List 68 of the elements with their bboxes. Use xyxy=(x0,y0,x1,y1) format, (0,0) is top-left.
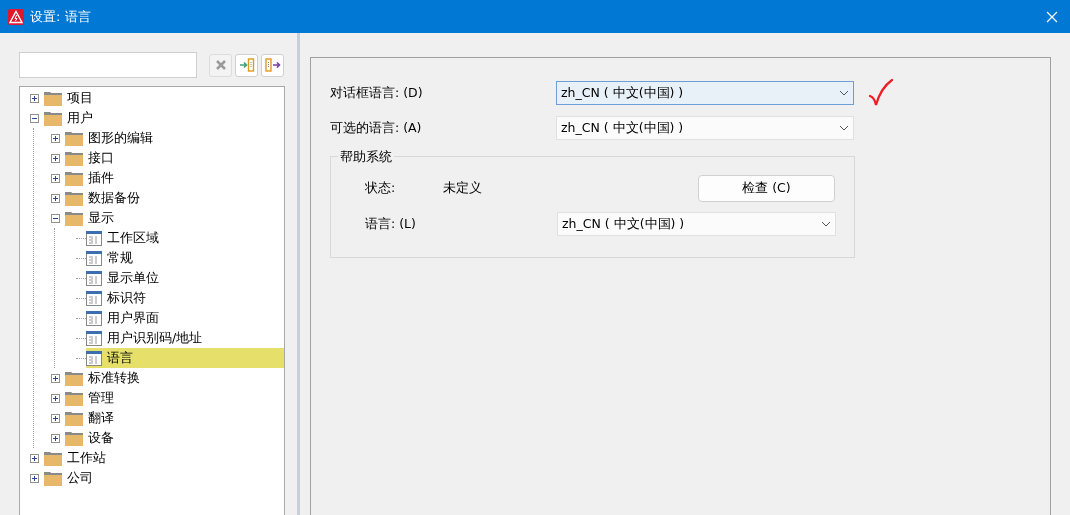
arrow-into-panel-icon xyxy=(238,58,255,72)
expand-toggle[interactable] xyxy=(50,373,60,383)
tree-item[interactable]: 图形的编辑 xyxy=(65,128,161,148)
expand-toggle[interactable] xyxy=(29,93,39,103)
check-icon xyxy=(868,79,894,107)
tree-item[interactable]: 接口 xyxy=(65,148,122,168)
collapse-toggle[interactable] xyxy=(29,113,39,123)
tree-item[interactable]: 语言 xyxy=(86,348,284,368)
tree-item[interactable]: 公司 xyxy=(44,468,101,488)
folder-icon xyxy=(65,130,83,146)
expand-toggle[interactable] xyxy=(50,393,60,403)
language-dropdown[interactable]: zh_CN ( 中文(中国) ) xyxy=(556,116,854,140)
language-label: 语言: (L) xyxy=(365,214,417,233)
setting-label: 对话框语言: (D) xyxy=(330,83,424,102)
tree-item[interactable]: 标准转换 xyxy=(65,368,148,388)
tree-item[interactable]: 标识符 xyxy=(86,288,154,308)
tree-item[interactable]: 用户界面 xyxy=(86,308,167,328)
folder-icon xyxy=(65,190,83,206)
folder-icon xyxy=(44,110,62,126)
expand-toggle[interactable] xyxy=(50,433,60,443)
chevron-down-icon xyxy=(839,125,849,131)
search-field[interactable] xyxy=(19,52,197,78)
tree-item[interactable]: 翻译 xyxy=(65,408,122,428)
folder-icon xyxy=(65,430,83,446)
check-button[interactable]: 检查 (C) xyxy=(698,174,835,202)
window-title: 设置: 语言 xyxy=(30,7,91,26)
folder-icon xyxy=(44,90,62,106)
language-dropdown[interactable]: zh_CN ( 中文(中国) ) xyxy=(557,212,836,236)
status-label: 状态: xyxy=(365,178,397,197)
tree-item[interactable]: 项目 xyxy=(44,88,101,108)
export-button[interactable] xyxy=(261,53,284,77)
tree-item[interactable]: 插件 xyxy=(65,168,122,188)
expand-toggle[interactable] xyxy=(50,133,60,143)
tree-item[interactable]: 用户 xyxy=(44,108,101,128)
arrow-out-of-panel-icon xyxy=(264,58,281,72)
close-icon xyxy=(215,60,226,70)
expand-toggle[interactable] xyxy=(50,193,60,203)
warning-icon xyxy=(8,8,24,25)
tree-item[interactable]: 工作区域 xyxy=(86,228,167,248)
folder-icon xyxy=(65,390,83,406)
tree-item[interactable]: 用户识别码/地址 xyxy=(86,328,211,348)
folder-icon xyxy=(65,370,83,386)
folder-icon xyxy=(65,170,83,186)
tree-item[interactable]: 工作站 xyxy=(44,448,114,468)
folder-icon xyxy=(44,450,62,466)
folder-icon xyxy=(44,470,62,486)
folder-icon xyxy=(65,150,83,166)
clear-button[interactable] xyxy=(209,53,232,77)
tree-item[interactable]: 常规 xyxy=(86,248,141,268)
close-icon[interactable] xyxy=(1046,10,1058,23)
tree-item[interactable]: 设备 xyxy=(65,428,122,448)
expand-toggle[interactable] xyxy=(50,413,60,423)
tree-item[interactable]: 显示 xyxy=(65,208,122,228)
expand-toggle[interactable] xyxy=(29,453,39,463)
folder-icon xyxy=(65,210,83,226)
expand-toggle[interactable] xyxy=(29,473,39,483)
folder-icon xyxy=(65,410,83,426)
tree-item[interactable]: 管理 xyxy=(65,388,122,408)
expand-toggle[interactable] xyxy=(50,153,60,163)
status-value: 未定义 xyxy=(443,178,483,197)
expand-toggle[interactable] xyxy=(50,173,60,183)
collapse-toggle[interactable] xyxy=(50,213,60,223)
language-dropdown[interactable]: zh_CN ( 中文(中国) ) xyxy=(556,81,854,105)
tree-item[interactable]: 数据备份 xyxy=(65,188,148,208)
setting-label: 可选的语言: (A) xyxy=(330,118,423,137)
tree-item[interactable]: 显示单位 xyxy=(86,268,167,288)
chevron-down-icon xyxy=(821,221,831,227)
chevron-down-icon xyxy=(839,90,849,96)
